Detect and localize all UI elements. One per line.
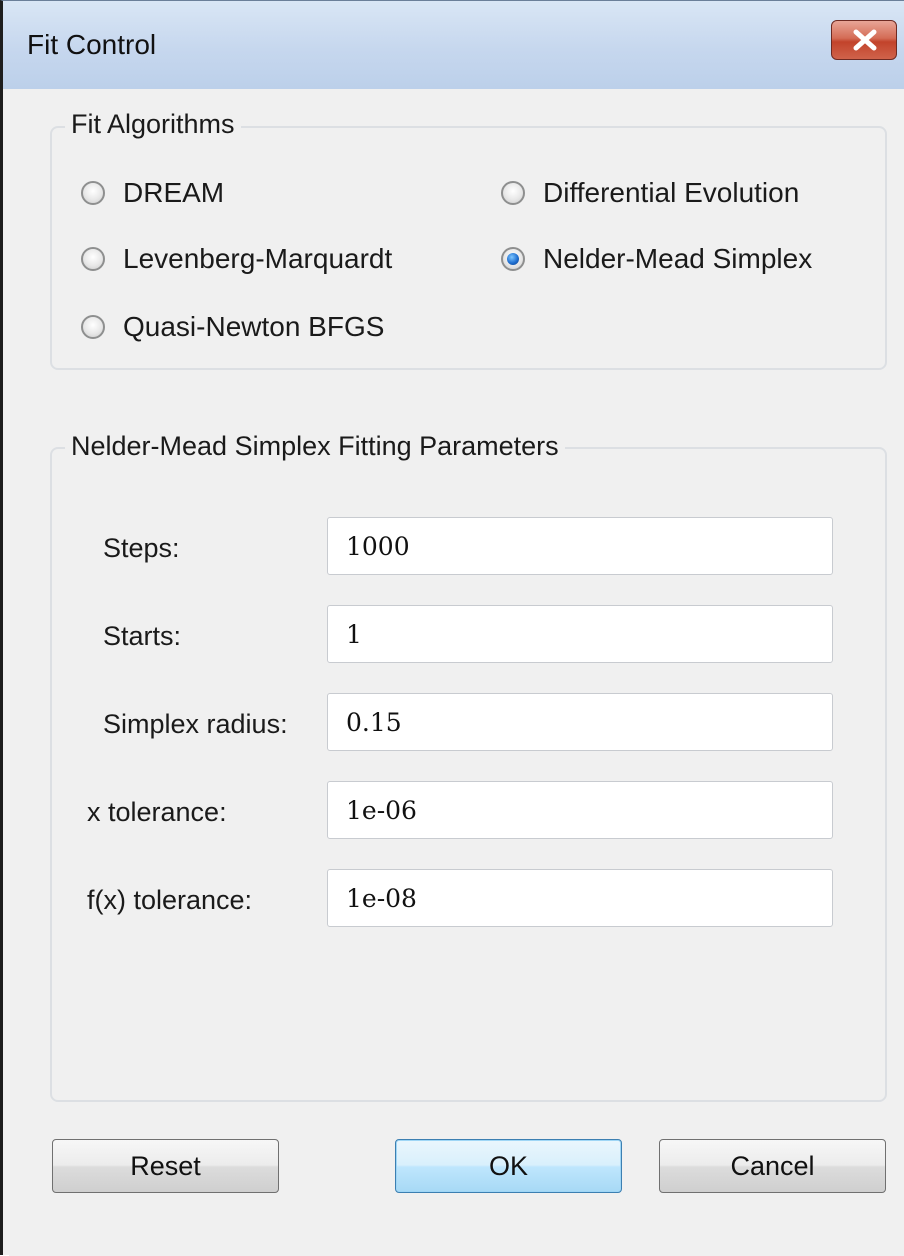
radio-button[interactable] [81,247,105,271]
x-tolerance-label: x tolerance: [87,797,227,827]
radio-button[interactable] [501,181,525,205]
dialog-body: Fit Algorithms DREAM Differential Evolut… [9,89,904,1256]
radio-button-selected[interactable] [501,247,525,271]
radio-button[interactable] [81,181,105,205]
window-title: Fit Control [27,29,157,60]
radio-button[interactable] [81,315,105,339]
x-tolerance-input[interactable] [327,781,833,839]
close-button[interactable] [831,20,897,60]
radio-label: Quasi-Newton BFGS [123,311,385,342]
fit-control-dialog: Fit Control Fit Algorithms DREAM Differe… [0,0,904,1256]
fx-tolerance-input[interactable] [327,869,833,927]
starts-label: Starts: [103,621,182,651]
fitting-parameters-title: Nelder-Mead Simplex Fitting Parameters [65,431,565,462]
radio-label: Differential Evolution [543,177,800,208]
radio-differential-evolution[interactable]: Differential Evolution [501,173,799,213]
fit-algorithms-title: Fit Algorithms [65,109,241,140]
simplex-radius-label: Simplex radius: [103,709,288,739]
radio-label: Nelder-Mead Simplex [543,243,813,274]
radio-levenberg-marquardt[interactable]: Levenberg-Marquardt [81,239,392,279]
cancel-button[interactable]: Cancel [659,1139,886,1193]
starts-input[interactable] [327,605,833,663]
fx-tolerance-label: f(x) tolerance: [87,885,253,915]
steps-input[interactable] [327,517,833,575]
radio-quasi-newton-bfgs[interactable]: Quasi-Newton BFGS [81,307,384,347]
close-icon [853,29,877,51]
radio-dream[interactable]: DREAM [81,173,224,213]
radio-nelder-mead-simplex[interactable]: Nelder-Mead Simplex [501,239,812,279]
radio-label: DREAM [123,177,225,208]
ok-button[interactable]: OK [395,1139,622,1193]
title-bar[interactable]: Fit Control [3,1,904,89]
reset-button[interactable]: Reset [52,1139,279,1193]
radio-label: Levenberg-Marquardt [123,243,393,274]
steps-label: Steps: [103,533,180,563]
simplex-radius-input[interactable] [327,693,833,751]
